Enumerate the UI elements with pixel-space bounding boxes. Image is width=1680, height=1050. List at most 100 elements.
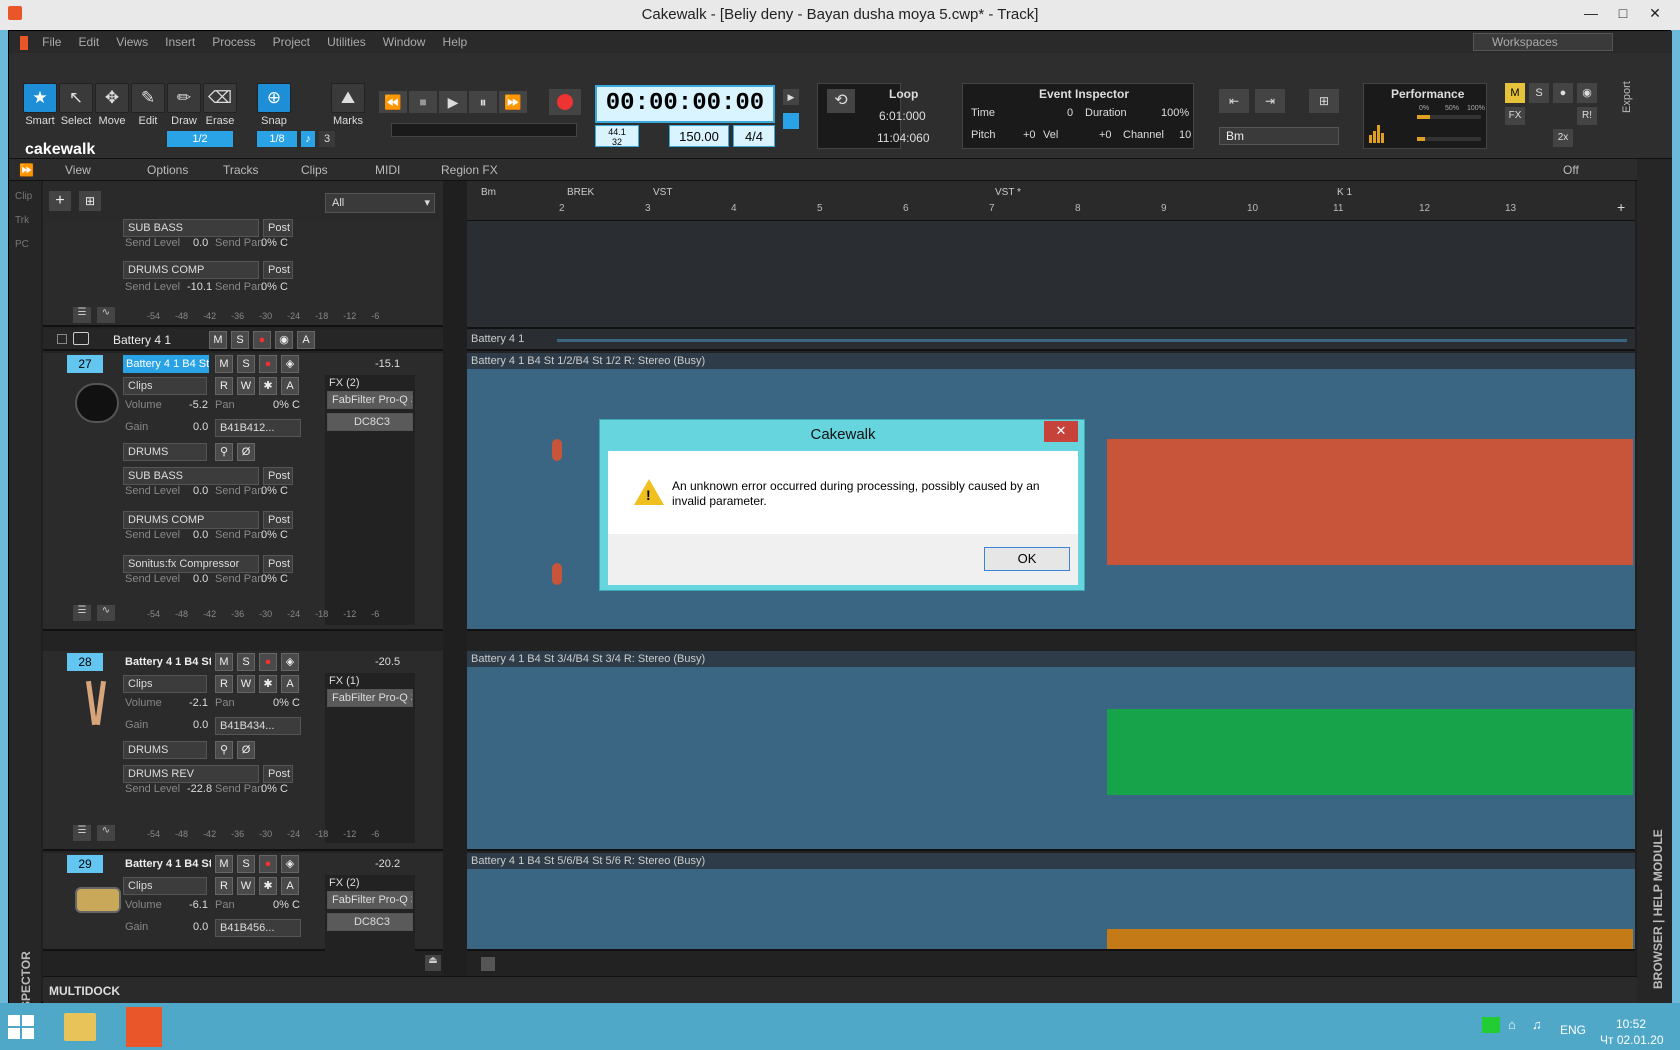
phase-button[interactable]: ⚲ [215, 443, 233, 461]
send-level-value[interactable]: 0.0 [193, 573, 208, 585]
input-echo-button[interactable]: ✱ [259, 877, 277, 895]
collapse-icon[interactable]: ⏩ [19, 163, 34, 177]
double-speed-button[interactable]: 2x [1553, 129, 1573, 147]
marker-vst-star[interactable]: VST * [995, 187, 1021, 198]
send-drums-rev[interactable]: DRUMS REV [123, 765, 259, 783]
windows-start-icon[interactable] [8, 1015, 34, 1039]
track-solo-button[interactable]: S [237, 653, 255, 671]
loop-end[interactable]: 11:04:060 [877, 131, 930, 145]
send-sub-bass-top[interactable]: SUB BASS [123, 219, 259, 237]
key-dropdown[interactable]: Bm [1219, 127, 1339, 145]
now-time-scrubber[interactable] [391, 123, 577, 137]
folder-monitor-button[interactable]: ◉ [275, 331, 293, 349]
input-dropdown[interactable]: B41B434... [215, 717, 301, 735]
folder-track[interactable]: Battery 4 1 M S ● ◉ A [43, 329, 443, 351]
send-pan-value[interactable]: 0% C [261, 485, 288, 497]
folder-name[interactable]: Battery 4 1 [113, 333, 171, 347]
browser-help-label[interactable]: BROWSER | HELP MODULE [1651, 829, 1665, 989]
track-name-field[interactable]: Battery 4 1 B4 St [125, 653, 211, 671]
menu-utilities[interactable]: Utilities [320, 31, 373, 53]
tray-date[interactable]: Чт 02.01.20 [1600, 1033, 1664, 1047]
read-automation-button[interactable]: R [215, 377, 233, 395]
track-monitor-button[interactable]: ◈ [281, 855, 299, 873]
global-monitor-button[interactable]: ◉ [1577, 83, 1597, 103]
track-monitor-button[interactable]: ◈ [281, 355, 299, 373]
gain-value[interactable]: 0.0 [193, 921, 208, 933]
event-duration-value[interactable]: 100% [1161, 107, 1189, 119]
event-pitch-value[interactable]: +0 [1023, 129, 1036, 141]
volume-value[interactable]: -6.1 [189, 899, 208, 911]
send-post-button[interactable]: Post [263, 219, 293, 237]
marker-brek[interactable]: BREK [567, 187, 594, 198]
send-post-button[interactable]: Post [263, 467, 293, 485]
write-automation-button[interactable]: W [237, 377, 255, 395]
folder-arm-button[interactable]: ● [253, 331, 271, 349]
menu-file[interactable]: File [35, 31, 68, 53]
marker-bm[interactable]: Bm [481, 187, 496, 198]
marker-k1[interactable]: K 1 [1337, 187, 1352, 198]
snap-resolution-field[interactable]: 1/8 [257, 131, 297, 147]
folder-lane[interactable]: Battery 4 1 [467, 329, 1635, 351]
play-button[interactable]: ▶ [439, 91, 467, 113]
strip-toggle-icon[interactable]: ☰ [73, 307, 91, 323]
write-automation-button[interactable]: W [237, 877, 255, 895]
global-fx-button[interactable]: FX [1505, 107, 1525, 125]
meter-field[interactable]: 4/4 [733, 125, 775, 147]
loop-start[interactable]: 6:01:000 [879, 109, 926, 123]
add-ruler-icon[interactable]: + [1617, 199, 1625, 215]
maximize-button[interactable]: □ [1612, 4, 1634, 22]
lane-track-28[interactable]: Battery 4 1 B4 St 3/4/B4 St 3/4 R: Stere… [467, 651, 1635, 851]
workspaces-dropdown[interactable]: Workspaces [1473, 33, 1613, 51]
send-pan-value[interactable]: 0% C [261, 783, 288, 795]
multidock-bar[interactable]: MULTIDOCK [43, 976, 1637, 1004]
track-filter-dropdown[interactable]: All ▾ [325, 193, 435, 213]
insert-folder-button[interactable]: ⊞ [79, 191, 101, 211]
erase-tool-button[interactable]: ⌫ [203, 83, 237, 113]
automation-toggle-icon[interactable]: ∿ [97, 825, 115, 841]
tool-resolution-field[interactable]: 1/2 [167, 131, 233, 147]
write-automation-button[interactable]: W [237, 675, 255, 693]
folder-archive-button[interactable]: A [297, 331, 315, 349]
track-mute-button[interactable]: M [215, 855, 233, 873]
track-monitor-button[interactable]: ◈ [281, 653, 299, 671]
ok-button[interactable]: OK [984, 547, 1070, 571]
send-drums-comp[interactable]: DRUMS COMP [123, 511, 259, 529]
view-menu[interactable]: View [65, 163, 91, 177]
tray-language[interactable]: ENG [1560, 1023, 1586, 1037]
tray-volume-icon[interactable]: ♫ [1532, 1017, 1542, 1032]
fast-forward-button[interactable]: ⏩ [499, 91, 527, 113]
send-pan-value[interactable]: 0% C [261, 237, 288, 249]
midi-menu[interactable]: MIDI [375, 163, 400, 177]
strip-toggle-icon[interactable]: ☰ [73, 825, 91, 841]
input-echo-button[interactable]: ✱ [259, 377, 277, 395]
file-explorer-icon[interactable] [64, 1013, 96, 1041]
horizontal-scrollbar[interactable] [467, 951, 1635, 976]
send-level-value[interactable]: -22.8 [187, 783, 212, 795]
track-arm-button[interactable]: ● [259, 855, 277, 873]
output-dropdown[interactable]: DRUMS [123, 741, 207, 759]
track-solo-button[interactable]: S [237, 355, 255, 373]
menu-help[interactable]: Help [436, 31, 475, 53]
archive-button[interactable]: A [281, 675, 299, 693]
edit-tool-button[interactable]: ✎ [131, 83, 165, 113]
send-post-button[interactable]: Post [263, 261, 293, 279]
track-mute-button[interactable]: M [215, 653, 233, 671]
loop-toggle-icon[interactable]: ⟲ [827, 89, 855, 113]
add-marker-button[interactable]: ⊞ [1309, 89, 1339, 113]
archive-button[interactable]: A [281, 377, 299, 395]
clips-menu[interactable]: Clips [301, 163, 328, 177]
scroll-thumb[interactable] [481, 957, 495, 971]
menu-views[interactable]: Views [109, 31, 155, 53]
send-pan-value[interactable]: 0% C [261, 573, 288, 585]
automation-toggle-icon[interactable]: ∿ [97, 307, 115, 323]
strip-toggle-icon[interactable]: ☰ [73, 605, 91, 621]
track-name-field[interactable]: Battery 4 1 B4 St [125, 855, 211, 873]
cakewalk-taskbar-icon[interactable] [126, 1007, 162, 1047]
pan-value[interactable]: 0% C [273, 697, 300, 709]
track-mute-button[interactable]: M [215, 355, 233, 373]
send-drums-comp-top[interactable]: DRUMS COMP [123, 261, 259, 279]
timeline-ruler[interactable]: Bm BREK VST VST * K 1 2 3 4 5 6 7 8 9 10… [467, 181, 1635, 221]
event-channel-value[interactable]: 10 [1179, 129, 1191, 141]
eject-icon[interactable]: ⏏ [425, 955, 441, 971]
input-echo-button[interactable]: ✱ [259, 675, 277, 693]
